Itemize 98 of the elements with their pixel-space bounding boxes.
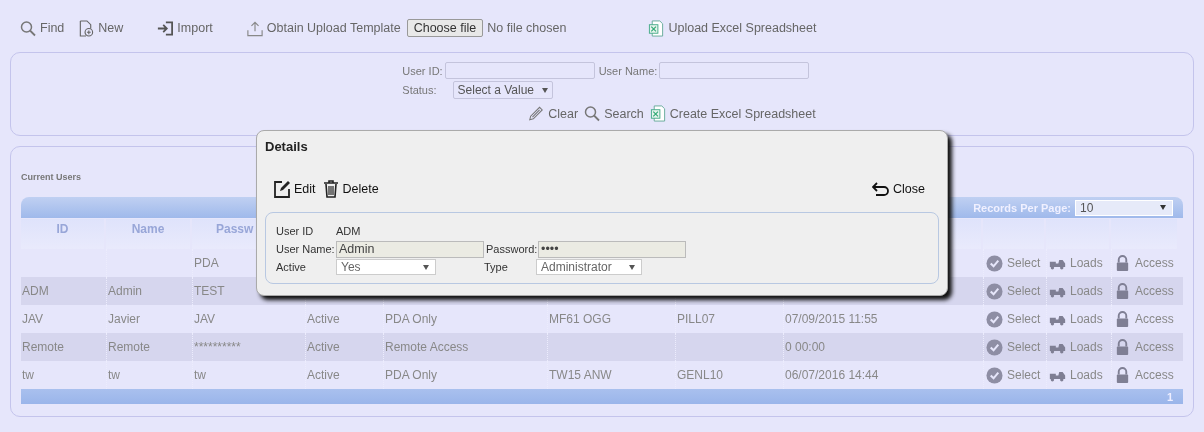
check-icon (986, 254, 1003, 272)
panel-title: Current Users (21, 172, 82, 182)
loads-link[interactable]: Loads (1049, 254, 1103, 272)
import-icon (157, 19, 174, 37)
header-cell (983, 219, 1044, 249)
table-cell: Remote (22, 340, 65, 354)
table-cell: Admin (108, 284, 142, 298)
table-cell: PDA (194, 256, 219, 270)
table-cell: Remote Access (385, 340, 469, 354)
edit-icon (273, 180, 291, 198)
select-link[interactable]: Select (986, 282, 1041, 300)
excel-button[interactable]: Create Excel Spreadsheet (649, 105, 816, 122)
table-cell: TEST (194, 284, 225, 298)
loads-link[interactable]: Loads (1049, 338, 1103, 356)
select-link[interactable]: Select (986, 366, 1041, 384)
new-button[interactable]: New (78, 19, 124, 37)
text-field[interactable] (444, 62, 595, 79)
select-link[interactable]: Select (986, 338, 1041, 356)
type-dropdown[interactable]: Administrator (536, 259, 642, 275)
spreadsheet-icon (648, 19, 665, 37)
table-cell: Remote (108, 340, 151, 354)
field-label: User Name: (598, 64, 658, 77)
lock-icon (1114, 254, 1131, 272)
loads-link[interactable]: Loads (1049, 310, 1103, 328)
access-link[interactable]: Access (1114, 310, 1174, 328)
loads-link[interactable]: Loads (1049, 282, 1103, 300)
table-cell: tw (22, 368, 34, 382)
field-label: Status: (402, 84, 437, 96)
password-field[interactable]: •••• (538, 240, 686, 258)
spreadsheet-icon (649, 105, 666, 122)
close-button[interactable]: Close (872, 180, 925, 198)
user-name-field[interactable]: Admin (336, 240, 484, 258)
clear-button[interactable]: Clear (528, 105, 579, 122)
select-link[interactable]: Select (986, 254, 1041, 272)
table-cell: GENL10 (677, 368, 724, 382)
table-cell: TW15 ANW (549, 368, 612, 382)
access-link[interactable]: Access (1114, 338, 1174, 356)
access-link[interactable]: Access (1114, 254, 1174, 272)
field-label: Active (276, 261, 307, 273)
check-icon (986, 282, 1003, 300)
upload-tray-icon (246, 19, 263, 37)
choose-file-button[interactable]: Choose file (406, 19, 484, 37)
file-status: No file chosen (487, 21, 567, 35)
brush-icon (528, 105, 545, 122)
column-header: ID (21, 219, 104, 249)
header-cell (1111, 219, 1177, 249)
table-cell: ADM (22, 284, 49, 298)
table-cell: tw (194, 368, 206, 382)
lock-icon (1114, 310, 1131, 328)
table-cell: Active (307, 312, 340, 326)
search-icon (20, 19, 36, 37)
access-link[interactable]: Access (1114, 366, 1174, 384)
table-cell: 07/09/2015 11:55 (785, 312, 878, 326)
find-button[interactable]: Find (20, 19, 65, 37)
delete-button[interactable]: Delete (321, 180, 379, 198)
new-document-icon (78, 19, 95, 37)
table-cell: 0 00:00 (785, 340, 826, 354)
trash-icon (321, 180, 340, 198)
table-cell: PILL07 (677, 312, 716, 326)
text-field[interactable] (659, 62, 810, 79)
check-icon (986, 338, 1003, 356)
table-cell: JAV (22, 312, 44, 326)
table-cell: 06/07/2016 14:44 (785, 368, 879, 382)
column-header: Name (106, 219, 190, 249)
table-cell: MF61 OGG (549, 312, 611, 326)
table-cell: PDA Only (385, 312, 438, 326)
lock-icon (1114, 282, 1131, 300)
table-cell: Javier (108, 312, 140, 326)
select-link[interactable]: Select (986, 310, 1041, 328)
table-cell: tw (108, 368, 120, 382)
import-button[interactable]: Import (157, 19, 213, 37)
access-link[interactable]: Access (1114, 282, 1174, 300)
field-value: ADM (336, 225, 361, 237)
edit-button[interactable]: Edit (273, 180, 316, 198)
table-cell: PDA Only (385, 368, 438, 382)
check-icon (986, 310, 1003, 328)
field-label: Type (484, 261, 509, 273)
field-label: User ID: (402, 64, 443, 77)
records-per-page-label: Records Per Page: (973, 201, 1071, 214)
lock-icon (1114, 366, 1131, 384)
table-cell: Active (307, 340, 340, 354)
loads-link[interactable]: Loads (1049, 366, 1103, 384)
check-icon (986, 366, 1003, 384)
search-button[interactable]: Search (584, 105, 644, 122)
lock-icon (1114, 338, 1131, 356)
dialog-title: Details (265, 139, 309, 156)
table-cell: JAV (194, 312, 216, 326)
table-cell: ********** (194, 340, 241, 354)
header-cell (1046, 219, 1109, 249)
search-icon (584, 105, 601, 122)
upload-spreadsheet-button[interactable]: Upload Excel Spreadsheet (648, 19, 817, 37)
status-dropdown[interactable]: Select a Value (452, 81, 553, 99)
active-dropdown[interactable]: Yes (336, 259, 436, 275)
table-cell: Active (307, 368, 340, 382)
field-label: Password: (486, 243, 538, 255)
template-button[interactable]: Obtain Upload Template (246, 19, 401, 37)
records-per-page-dropdown[interactable]: 10 (1075, 199, 1173, 216)
return-arrow-icon (872, 180, 891, 198)
